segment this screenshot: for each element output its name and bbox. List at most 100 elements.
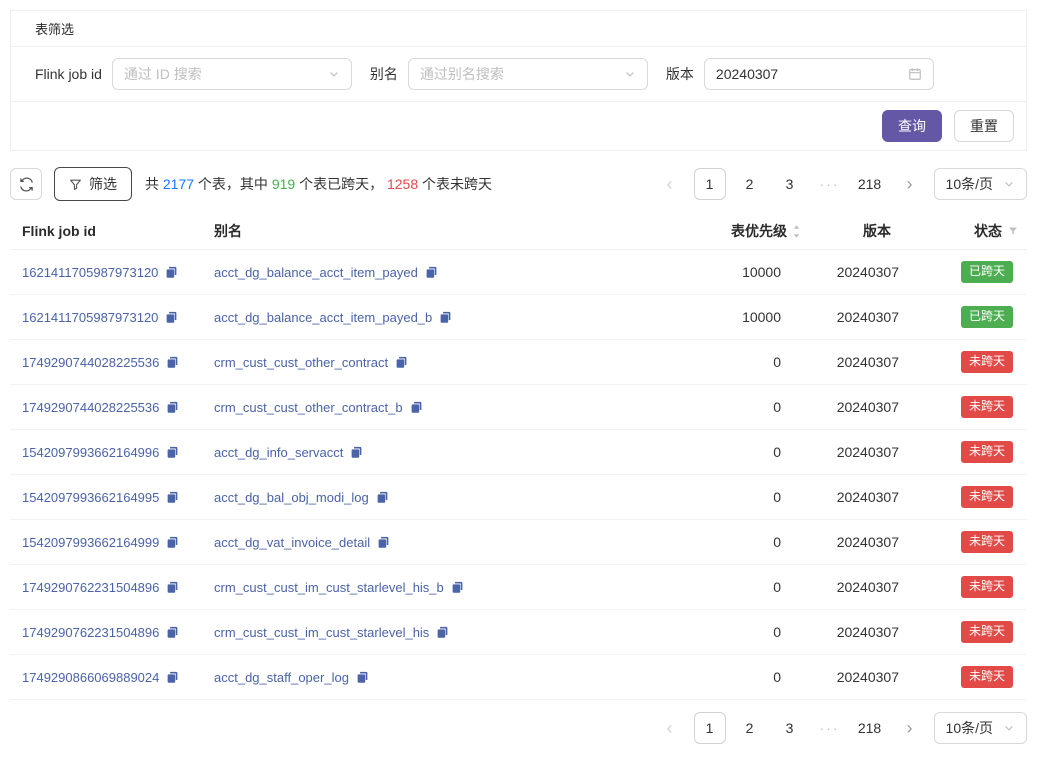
copy-icon[interactable] <box>166 491 179 504</box>
table-row: 1621411705987973120 acct_dg_balance_acct_… <box>10 295 1027 340</box>
query-button[interactable]: 查询 <box>882 110 942 142</box>
copy-icon[interactable] <box>166 401 179 414</box>
page-button-1[interactable]: 1 <box>694 168 726 200</box>
summary-label: 个表未跨天 <box>418 176 492 192</box>
copy-icon[interactable] <box>451 581 464 594</box>
copy-icon[interactable] <box>166 626 179 639</box>
alias-link[interactable]: acct_dg_staff_oper_log <box>214 670 349 685</box>
copy-icon[interactable] <box>395 356 408 369</box>
copy-icon-glyph <box>410 401 423 414</box>
copy-icon[interactable] <box>436 626 449 639</box>
alias-link[interactable]: crm_cust_cust_im_cust_starlevel_his_b <box>214 580 444 595</box>
column-header-status: 状态 <box>974 221 1019 241</box>
alias-link[interactable]: acct_dg_vat_invoice_detail <box>214 535 370 550</box>
cell-priority: 0 <box>675 655 815 700</box>
status-badge: 未跨天 <box>961 531 1013 553</box>
flink-job-id-link[interactable]: 1542097993662164995 <box>22 490 159 505</box>
copy-icon[interactable] <box>377 536 390 549</box>
prev-page-button[interactable]: ‹ <box>654 168 686 200</box>
flink-job-id-link[interactable]: 1621411705987973120 <box>22 310 158 325</box>
cell-version: 20240307 <box>815 430 911 475</box>
table-row: 1749290762231504896 crm_cust_cust_im_cust… <box>10 565 1027 610</box>
flink-job-id-link[interactable]: 1749290744028225536 <box>22 355 159 370</box>
calendar-icon <box>908 67 922 81</box>
flink-job-id-link[interactable]: 1621411705987973120 <box>22 265 158 280</box>
page-button-2[interactable]: 2 <box>734 712 766 744</box>
flink-job-id-placeholder: 通过 ID 搜索 <box>124 64 202 84</box>
copy-icon[interactable] <box>410 401 423 414</box>
refresh-button[interactable] <box>10 168 42 200</box>
flink-job-id-link[interactable]: 1542097993662164999 <box>22 535 159 550</box>
flink-job-id-select[interactable]: 通过 ID 搜索 <box>112 58 352 90</box>
copy-icon[interactable] <box>425 266 438 279</box>
next-page-button[interactable]: › <box>894 712 926 744</box>
copy-icon[interactable] <box>439 311 452 324</box>
page-button-2[interactable]: 2 <box>734 168 766 200</box>
alias-select[interactable]: 通过别名搜索 <box>408 58 648 90</box>
cell-alias: crm_cust_cust_other_contract <box>206 340 675 385</box>
copy-icon-glyph <box>166 626 179 639</box>
cell-version: 20240307 <box>815 250 911 295</box>
copy-icon[interactable] <box>350 446 363 459</box>
copy-icon[interactable] <box>166 446 179 459</box>
alias-link[interactable]: acct_dg_bal_obj_modi_log <box>214 490 369 505</box>
version-date-input[interactable]: 20240307 <box>704 58 934 90</box>
page-button-218[interactable]: 218 <box>854 712 886 744</box>
alias-link[interactable]: acct_dg_info_servacct <box>214 445 343 460</box>
results-table: Flink job id 别名 表优先级 版本 状态 16214117059 <box>10 213 1027 700</box>
cell-priority: 0 <box>675 385 815 430</box>
alias-link[interactable]: acct_dg_balance_acct_item_payed_b <box>214 310 432 325</box>
alias-link[interactable]: crm_cust_cust_other_contract_b <box>214 400 403 415</box>
alias-link[interactable]: crm_cust_cust_other_contract <box>214 355 388 370</box>
page-button-3[interactable]: 3 <box>774 168 806 200</box>
cell-alias: acct_dg_vat_invoice_detail <box>206 520 675 565</box>
copy-icon-glyph <box>166 401 179 414</box>
copy-icon[interactable] <box>376 491 389 504</box>
flink-job-id-link[interactable]: 1749290744028225536 <box>22 400 159 415</box>
filter-button[interactable]: 筛选 <box>54 167 132 201</box>
copy-icon[interactable] <box>166 356 179 369</box>
copy-icon[interactable] <box>165 311 178 324</box>
page-ellipsis[interactable]: ··· <box>814 712 846 744</box>
column-header-priority[interactable]: 表优先级 <box>731 221 801 241</box>
reset-button[interactable]: 重置 <box>954 110 1014 142</box>
version-value: 20240307 <box>716 66 778 82</box>
field-flink-job-id: Flink job id 通过 ID 搜索 <box>35 58 352 90</box>
column-filter-icon[interactable] <box>1007 225 1019 237</box>
cell-status: 未跨天 <box>911 430 1027 475</box>
status-badge: 未跨天 <box>961 621 1013 643</box>
copy-icon[interactable] <box>165 266 178 279</box>
cell-priority: 0 <box>675 430 815 475</box>
copy-icon[interactable] <box>166 581 179 594</box>
page-size-select[interactable]: 10条/页 <box>934 712 1027 744</box>
page-button-1[interactable]: 1 <box>694 712 726 744</box>
page-button-3[interactable]: 3 <box>774 712 806 744</box>
alias-link[interactable]: crm_cust_cust_im_cust_starlevel_his <box>214 625 429 640</box>
cell-alias: acct_dg_bal_obj_modi_log <box>206 475 675 520</box>
copy-icon-glyph <box>166 491 179 504</box>
alias-link[interactable]: acct_dg_balance_acct_item_payed <box>214 265 418 280</box>
cell-flink-job-id: 1621411705987973120 <box>10 295 206 340</box>
table-row: 1621411705987973120 acct_dg_balance_acct_… <box>10 250 1027 295</box>
cell-flink-job-id: 1749290744028225536 <box>10 385 206 430</box>
page-ellipsis[interactable]: ··· <box>814 168 846 200</box>
page-button-218[interactable]: 218 <box>854 168 886 200</box>
table-row: 1542097993662164995 acct_dg_bal_obj_modi_… <box>10 475 1027 520</box>
filter-panel-header: 表筛选 <box>11 11 1026 47</box>
sort-icon[interactable] <box>792 224 801 239</box>
page-size-select[interactable]: 10条/页 <box>934 168 1027 200</box>
flink-job-id-link[interactable]: 1749290866069889024 <box>22 670 159 685</box>
flink-job-id-link[interactable]: 1749290762231504896 <box>22 625 159 640</box>
copy-icon[interactable] <box>166 671 179 684</box>
next-page-button[interactable]: › <box>894 168 926 200</box>
prev-page-button[interactable]: ‹ <box>654 712 686 744</box>
copy-icon[interactable] <box>166 536 179 549</box>
column-header-flink-job-id: Flink job id <box>22 223 96 239</box>
top-pagination: ‹123···218›10条/页 <box>654 168 1027 200</box>
flink-job-id-link[interactable]: 1542097993662164996 <box>22 445 159 460</box>
copy-icon-glyph <box>166 356 179 369</box>
cell-priority: 0 <box>675 340 815 385</box>
flink-job-id-link[interactable]: 1749290762231504896 <box>22 580 159 595</box>
copy-icon[interactable] <box>356 671 369 684</box>
cell-status: 未跨天 <box>911 385 1027 430</box>
